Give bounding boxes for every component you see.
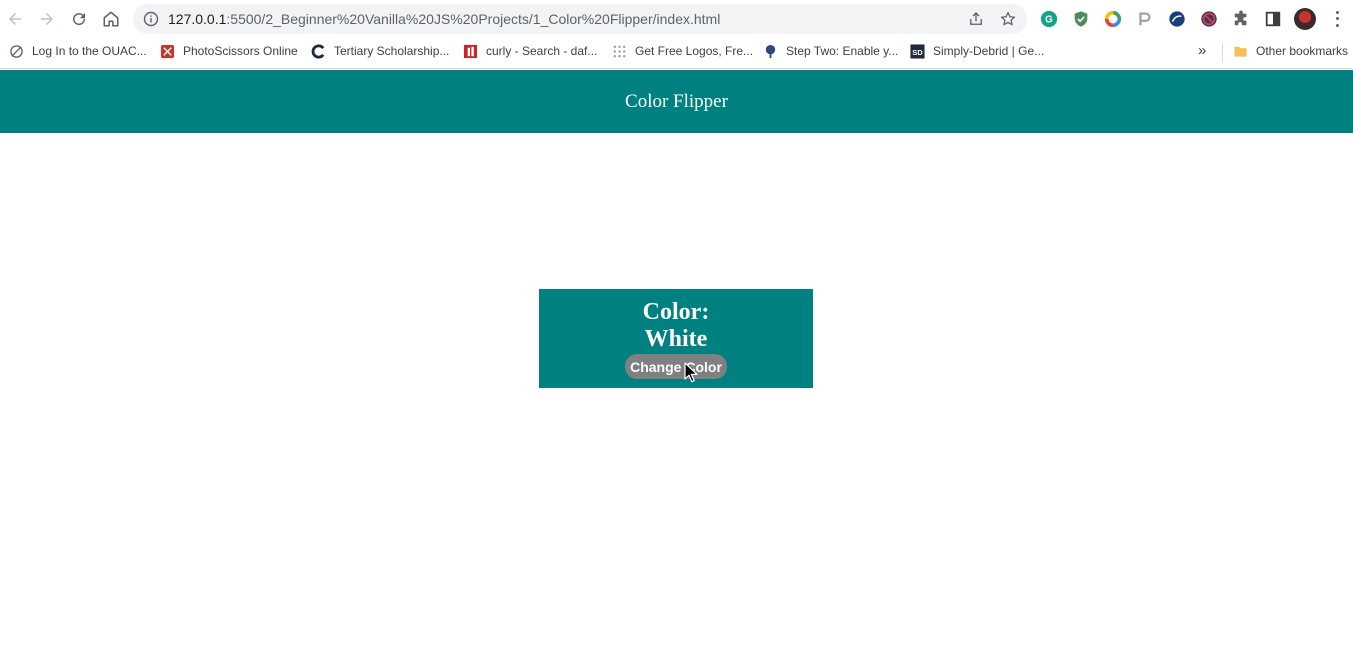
bookmark-label: Get Free Logos, Fre... [635,44,754,58]
photoscissors-icon [159,43,175,59]
back-arrow-icon[interactable] [4,8,26,30]
svg-text:SD: SD [912,47,923,56]
pin-extension-icon[interactable] [1135,9,1155,29]
reload-icon[interactable] [68,8,90,30]
bookmark-item[interactable]: curly - Search - daf... [462,41,597,61]
bookmark-item[interactable]: SD Simply-Debrid | Ge... [909,41,1044,61]
browser-toolbar: 127.0.0.1:5500/2_Beginner%20Vanilla%20JS… [0,0,1353,38]
sd-logo-icon: SD [909,43,925,59]
bookmark-label: Log In to the OUAC... [32,44,147,58]
bookmark-label: Tertiary Scholarship... [334,44,450,58]
bookmark-item[interactable]: Log In to the OUAC... [8,41,147,61]
color-ring-extension-icon[interactable] [1103,9,1123,29]
puzzle-icon[interactable] [1231,9,1251,29]
url-host: 127.0.0.1 [168,11,227,27]
home-icon[interactable] [100,8,122,30]
change-color-button[interactable]: Change Color [625,354,727,379]
side-panel-icon[interactable] [1263,9,1283,29]
c-logo-icon [310,43,326,59]
red-blocked-extension-icon[interactable] [1199,9,1219,29]
bookmark-label: curly - Search - daf... [486,44,598,58]
share-icon[interactable] [967,10,985,28]
bookmark-label: Step Two: Enable y... [786,44,899,58]
other-bookmarks[interactable]: Other bookmarks [1232,41,1348,61]
blue-circle-extension-icon[interactable] [1167,9,1187,29]
shield-extension-icon[interactable] [1071,9,1091,29]
svg-text:G: G [1045,15,1053,26]
grammarly-icon[interactable]: G [1039,9,1059,29]
star-icon[interactable] [999,10,1017,28]
color-value: White [644,326,708,352]
url-text[interactable]: 127.0.0.1:5500/2_Beginner%20Vanilla%20JS… [168,11,720,27]
bookmark-item[interactable]: PhotoScissors Online [159,41,298,61]
chevron-double-right-icon[interactable]: » [1198,42,1206,59]
bookmark-item[interactable]: Get Free Logos, Fre... [611,41,753,61]
page-header: Color Flipper [0,70,1353,133]
avatar[interactable] [1294,8,1316,30]
other-bookmarks-label: Other bookmarks [1256,44,1349,58]
mouse-cursor-icon [684,362,698,383]
color-prefix: Color: [642,299,710,325]
address-bar[interactable]: 127.0.0.1:5500/2_Beginner%20Vanilla%20JS… [133,4,1027,34]
globe-slash-icon [8,43,24,59]
bookmark-item[interactable]: Step Two: Enable y... [762,41,898,61]
bookmarks-divider [1222,43,1223,63]
tree-icon [762,43,778,59]
bookmark-label: Simply-Debrid | Ge... [933,44,1045,58]
folder-icon [1232,43,1248,59]
info-icon[interactable] [143,11,159,27]
dots-grid-icon [611,43,627,59]
kebab-menu-icon[interactable] [1330,9,1344,29]
page-title: Color Flipper [625,90,728,112]
bookmark-label: PhotoScissors Online [183,44,298,58]
bookmark-item[interactable]: Tertiary Scholarship... [310,41,449,61]
forward-arrow-icon[interactable] [36,8,58,30]
color-card: Color: White Change Color [539,289,813,388]
dafont-icon [462,43,478,59]
url-path: :5500/2_Beginner%20Vanilla%20JS%20Projec… [226,11,721,27]
